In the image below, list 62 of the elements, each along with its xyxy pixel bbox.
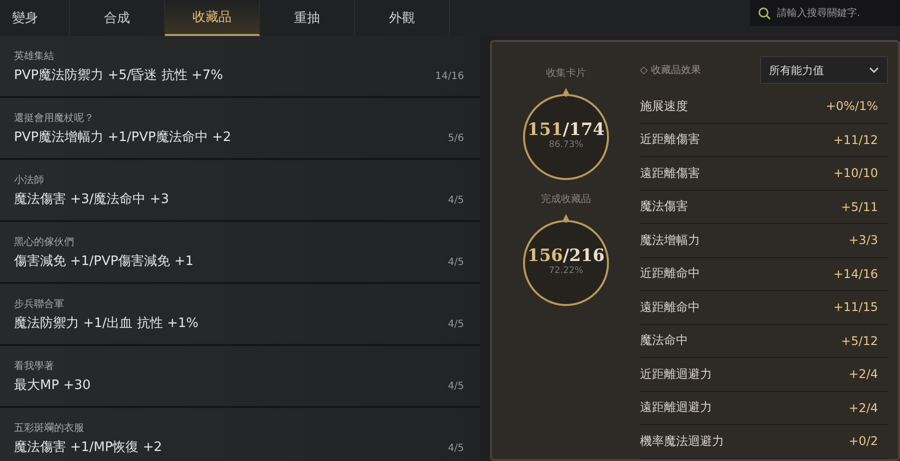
effect-name: 近距離命中 [640,265,700,282]
effect-name: 機率魔法迴避力 [640,432,724,450]
collection-row[interactable]: 步兵聯合軍 魔法防禦力 +1/出血 抗性 +1% 4/5 [0,284,480,346]
collection-row[interactable]: 小法師 魔法傷害 +3/魔法命中 +3 4/5 [0,160,480,222]
summary-percent: 72.22% [548,266,584,276]
collection-count: 14/16 [435,71,464,82]
collection-title: 步兵聯合軍 [14,298,65,310]
effect-value: +2/4 [848,400,878,415]
summary-label: 收集卡片 [546,66,586,80]
collection-effect: 最大MP +30 [14,376,92,394]
effect-value: +11/15 [833,300,878,314]
summary-count: 156/216 [527,246,605,266]
collection-effect: 魔法防禦力 +1/出血 抗性 +1% [14,314,200,332]
summary-percent: 86.73% [548,140,584,150]
search-icon [758,7,771,20]
collection-effect: 魔法傷害 +1/MP恢復 +2 [14,438,164,456]
collection-row[interactable]: 黑心的傢伙們 傷害減免 +1/PVP傷害減免 +1 4/5 [0,222,480,284]
effect-name: 遠距離迴避力 [640,399,712,416]
effect-value: +0%/1% [826,99,878,114]
filter-dropdown[interactable]: 所有能力值 [760,56,888,84]
collection-count: 5/6 [448,133,464,144]
collection-title: 五彩斑斕的衣服 [14,422,85,434]
effect-name: 近距離傷害 [640,131,700,148]
effect-name: 魔法增幅力 [640,232,700,249]
effect-value: +5/12 [840,334,878,348]
collection-row[interactable]: 五彩斑斕的衣服 魔法傷害 +1/MP恢復 +2 4/5 [0,408,480,461]
effects-heading: ◇ 收藏品效果 [640,64,701,77]
effect-value: +0/2 [848,434,878,448]
collection-count: 4/5 [448,319,464,330]
collection-effect: PVP魔法防禦力 +5/昏迷 抗性 +7% [14,66,224,84]
collection-row[interactable]: 還挺會用魔杖呢？ PVP魔法增幅力 +1/PVP魔法命中 +2 5/6 [0,98,480,160]
collection-title: 看我學著 [14,360,55,372]
collection-row[interactable]: 看我學著 最大MP +30 4/5 [0,346,480,408]
collection-effect: 魔法傷害 +3/魔法命中 +3 [14,190,170,208]
collection-effect: PVP魔法增幅力 +1/PVP魔法命中 +2 [14,128,232,146]
effect-name: 遠距離傷害 [640,164,700,182]
collection-effect: 傷害減免 +1/PVP傷害減免 +1 [14,252,195,270]
effect-name: 施展速度 [640,98,688,115]
effect-name: 近距離迴避力 [640,366,712,383]
chevron-icon [869,67,879,73]
summary-label: 完成收藏品 [541,192,591,206]
effect-value: +14/16 [833,266,878,281]
effect-value: +11/12 [833,132,878,147]
collection-row[interactable]: 英雄集結 PVP魔法防禦力 +5/昏迷 抗性 +7% 14/16 [0,36,480,98]
tab[interactable]: 收藏品 [165,0,260,36]
effect-value: +2/4 [848,367,878,382]
effect-value: +10/10 [833,166,878,180]
collection-title: 英雄集結 [14,50,55,62]
collection-title: 小法師 [14,174,45,186]
effect-name: 魔法傷害 [640,198,688,216]
collection-count: 4/5 [448,257,464,268]
collection-title: 黑心的傢伙們 [14,236,75,248]
effect-name: 遠距離命中 [640,298,700,316]
summary-count: 151/174 [527,120,605,140]
collection-count: 4/5 [448,443,464,454]
collection-count: 4/5 [448,381,464,392]
effect-name: 魔法命中 [640,332,688,350]
collection-title: 還挺會用魔杖呢？ [14,112,95,124]
effect-value: +5/11 [840,200,878,214]
collection-count: 4/5 [448,195,464,206]
effect-value: +3/3 [848,233,878,248]
search-field[interactable]: 請輸入搜尋關鍵字. [750,0,900,26]
